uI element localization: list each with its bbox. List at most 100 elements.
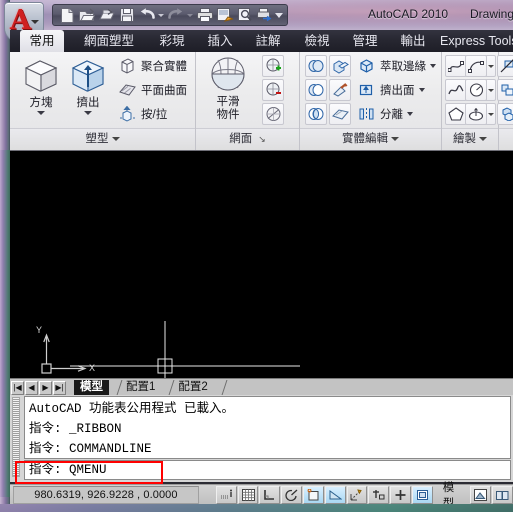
taper-face-icon [332, 82, 349, 98]
prev-layout-icon[interactable]: ◀ [25, 380, 38, 395]
chevron-down-icon[interactable] [418, 88, 425, 92]
tab-annotate[interactable]: 註解 [246, 30, 290, 52]
redo-icon[interactable] [166, 6, 185, 24]
extrude-face-button[interactable]: 擠出面 [355, 79, 425, 101]
plot-icon[interactable] [195, 6, 214, 24]
command-history[interactable]: AutoCAD 功能表公用程式 已載入。 指令: _RIBBON 指令: COM… [24, 396, 511, 459]
layout-tab-model[interactable]: 模型 [74, 380, 109, 395]
panel-title-solid: 塑型 [85, 133, 109, 145]
presspull-button[interactable]: 按/拉 [116, 103, 167, 125]
allow-ucs-icon[interactable] [368, 486, 390, 504]
chevron-down-icon[interactable] [430, 64, 436, 68]
tab-insert[interactable]: 插入 [198, 30, 242, 52]
tab-render[interactable]: 彩現 [150, 30, 194, 52]
smooth-object-button[interactable]: 平滑 物件 [201, 54, 255, 122]
quick-view-drawings-icon[interactable] [492, 486, 513, 504]
polygon-button[interactable] [445, 103, 467, 125]
union-button[interactable] [305, 55, 327, 77]
subtract-button[interactable] [305, 79, 327, 101]
panel-footer-solid[interactable]: 塑型 [10, 128, 195, 150]
last-layout-icon[interactable]: ▶| [53, 380, 66, 395]
chevron-down-icon[interactable] [37, 111, 45, 115]
refine-mesh-button[interactable] [262, 103, 284, 125]
ellipse-button[interactable] [465, 103, 487, 125]
tab-express-tools[interactable]: Express Tools [440, 30, 513, 52]
quick-access-toolbar [52, 4, 288, 26]
quick-view-layouts-icon[interactable] [470, 486, 492, 504]
dynamic-ucs-icon[interactable] [390, 486, 411, 504]
plot-preview-icon[interactable] [215, 6, 234, 24]
first-layout-icon[interactable]: |◀ [11, 380, 24, 395]
polyline-button[interactable] [445, 55, 467, 77]
app-title: AutoCAD 2010 [368, 7, 449, 21]
save-icon[interactable] [117, 6, 136, 24]
extract-edges-button[interactable]: 萃取邊緣 [355, 55, 436, 77]
tab-mesh-modeling[interactable]: 網面塑型 [72, 30, 146, 52]
planar-surface-button[interactable]: 平面曲面 [116, 79, 187, 101]
tab-home[interactable]: 常用 [20, 30, 64, 52]
layout-tab-bar: |◀ ◀ ▶ ▶| 模型 配置1 配置2 [10, 378, 513, 396]
drawing-canvas[interactable]: Y X [10, 150, 513, 391]
solid-edit-button[interactable] [329, 55, 351, 77]
smooth-less-button[interactable] [262, 79, 284, 101]
clean-button[interactable] [329, 103, 351, 125]
taper-face-button[interactable] [329, 79, 351, 101]
ellipse-dropdown[interactable] [487, 103, 496, 125]
space-toggle[interactable]: 模型 [439, 482, 470, 510]
publish-icon[interactable] [255, 6, 274, 24]
osnap-tracking-icon[interactable] [346, 486, 368, 504]
open-file-icon[interactable] [77, 6, 96, 24]
layout-tab-layout1[interactable]: 配置1 [120, 380, 161, 395]
smooth-less-icon [265, 82, 282, 98]
smooth-more-button[interactable] [262, 55, 284, 77]
preview-icon[interactable] [235, 6, 254, 24]
redo-dropdown-icon[interactable] [186, 6, 194, 24]
circle-button[interactable] [465, 79, 487, 101]
arc-button[interactable] [465, 55, 487, 77]
intersect-button[interactable] [305, 103, 327, 125]
ortho-mode-icon[interactable] [281, 486, 302, 504]
undo-icon[interactable] [137, 6, 156, 24]
circle-dropdown[interactable] [487, 79, 496, 101]
tab-view[interactable]: 檢視 [295, 30, 339, 52]
qat-overflow-icon[interactable] [275, 6, 283, 24]
arc-dropdown[interactable] [487, 55, 496, 77]
object-snap-icon[interactable] [324, 486, 346, 504]
separate-button[interactable]: 分離 [355, 103, 413, 125]
section-plane-button[interactable] [497, 55, 513, 77]
extrude-button[interactable]: 擠出 [65, 55, 111, 115]
save-as-icon[interactable] [97, 6, 116, 24]
panel-footer-solid-editing[interactable]: 實體編輯 [300, 128, 441, 150]
coordinate-display[interactable]: 980.6319, 926.9228 , 0.0000 [13, 486, 199, 504]
layout-tab-layout2[interactable]: 配置2 [172, 380, 213, 395]
chevron-down-icon[interactable] [84, 111, 92, 115]
separate-label: 分離 [380, 109, 403, 121]
spline-button[interactable] [445, 79, 467, 101]
panel-title-draw: 繪製 [453, 133, 476, 145]
4-view-button[interactable] [497, 103, 513, 125]
chevron-down-icon[interactable] [407, 112, 413, 116]
grid-display-icon[interactable] [237, 486, 259, 504]
next-layout-icon[interactable]: ▶ [39, 380, 52, 395]
panel-footer-mesh[interactable]: 網面 ↘ [196, 128, 299, 150]
undo-dropdown-icon[interactable] [157, 6, 165, 24]
polysolid-button[interactable]: 聚合實體 [116, 55, 187, 77]
slice-button[interactable] [497, 79, 513, 101]
new-file-icon[interactable] [57, 6, 76, 24]
tab-output[interactable]: 輸出 [391, 30, 435, 52]
ucs-y-label: Y [36, 325, 43, 335]
command-input-line[interactable]: 指令: QMENU [24, 460, 511, 480]
snap-mode-icon[interactable] [259, 486, 281, 504]
panel-title-mesh: 網面 [229, 133, 253, 145]
dialog-launcher-icon[interactable]: ↘ [258, 134, 266, 144]
command-input-value: QMENU [69, 463, 107, 477]
tab-manage[interactable]: 管理 [343, 30, 387, 52]
box-button[interactable]: 方塊 [18, 55, 64, 115]
infer-constraints-icon[interactable] [215, 486, 237, 504]
dynamic-input-icon[interactable] [411, 486, 433, 504]
extrude-face-label: 擠出面 [380, 85, 415, 97]
chevron-down-icon [488, 88, 494, 92]
command-window-grip[interactable] [12, 397, 20, 477]
polar-tracking-icon[interactable] [303, 486, 324, 504]
panel-footer-draw[interactable]: 繪製 [442, 128, 498, 150]
